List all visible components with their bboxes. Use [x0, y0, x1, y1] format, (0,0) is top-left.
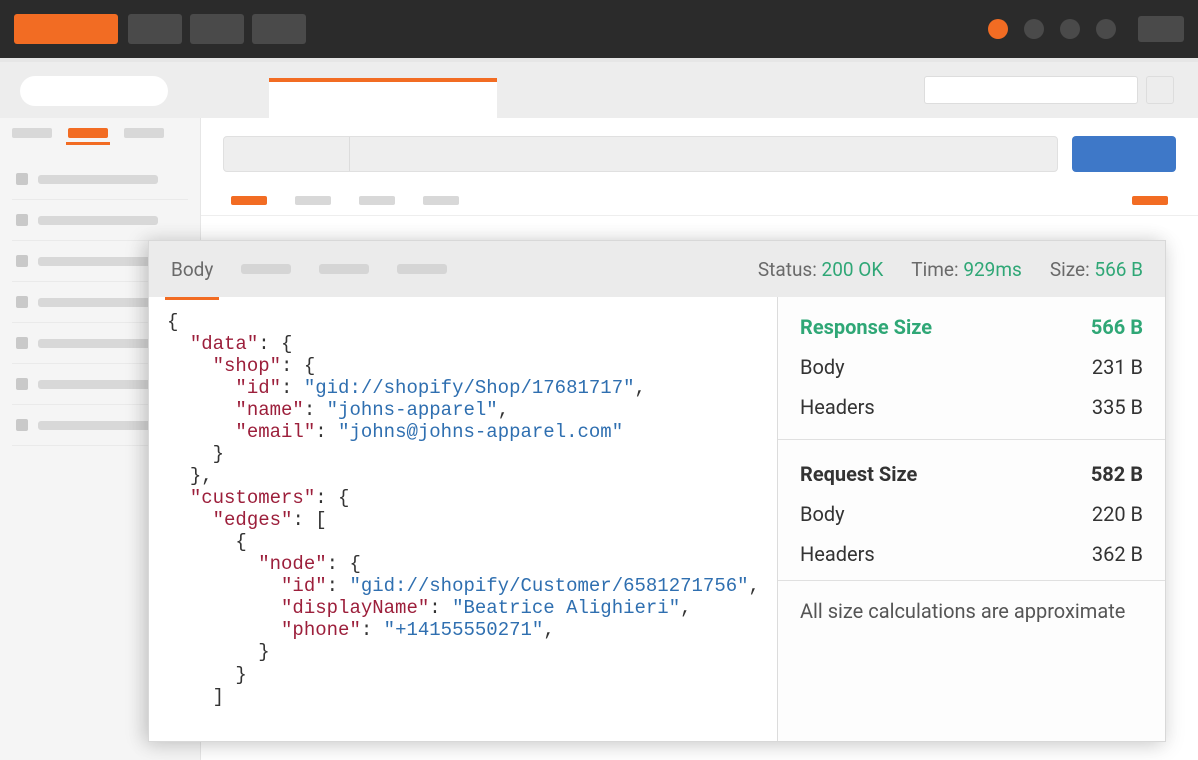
response-panel: Body Status: 200 OK Time: 929ms Size: 56… [148, 240, 1166, 742]
request-subtab-3[interactable] [359, 196, 395, 205]
request-subtab-4[interactable] [423, 196, 459, 205]
active-request-tab[interactable] [269, 78, 497, 118]
workspace-dot-2[interactable] [1024, 19, 1044, 39]
request-size-total: 582 B [1091, 462, 1143, 486]
sidebar-item[interactable] [12, 200, 188, 241]
response-body-size: 231 B [1092, 355, 1143, 379]
time-value: 929ms [963, 258, 1022, 281]
response-body-label: Body [800, 355, 845, 379]
response-size-total: 566 B [1091, 315, 1143, 339]
request-headers-label: Headers [800, 542, 875, 566]
primary-menu-button[interactable] [14, 14, 118, 44]
time-label: Time: [911, 258, 958, 281]
sidebar-item[interactable] [12, 159, 188, 200]
global-search-input[interactable] [924, 76, 1138, 104]
size-label: Size: [1050, 258, 1090, 281]
topbar-button-2[interactable] [190, 14, 244, 44]
method-selector[interactable] [224, 137, 350, 171]
workspace-header [0, 62, 1198, 118]
sidebar-tab-1[interactable] [12, 128, 52, 138]
request-size-title: Request Size [800, 462, 917, 486]
send-button[interactable] [1072, 136, 1176, 172]
request-subtab-2[interactable] [295, 196, 331, 205]
size-value[interactable]: 566 B [1094, 258, 1143, 281]
request-headers-size: 362 B [1092, 542, 1143, 566]
request-body-label: Body [800, 502, 845, 526]
request-subtabs [201, 188, 1198, 216]
request-subtab-1[interactable] [231, 196, 267, 205]
workspace-dot-4[interactable] [1096, 19, 1116, 39]
topbar [0, 0, 1198, 58]
topbar-button-1[interactable] [128, 14, 182, 44]
topbar-right-button[interactable] [1138, 16, 1184, 42]
response-body-json[interactable]: { "data": { "shop": { "id": "gid://shopi… [149, 297, 777, 741]
workspace-title [20, 76, 168, 106]
response-tab-4[interactable] [397, 264, 447, 274]
topbar-button-3[interactable] [252, 14, 306, 44]
request-url-input[interactable] [223, 136, 1058, 172]
sidebar-tab-3[interactable] [124, 128, 164, 138]
response-tab-2[interactable] [241, 264, 291, 274]
response-tab-body[interactable]: Body [171, 258, 213, 297]
sidebar-tab-2[interactable] [68, 128, 108, 138]
response-tab-3[interactable] [319, 264, 369, 274]
request-subtab-right[interactable] [1132, 196, 1168, 205]
response-headers-label: Headers [800, 395, 875, 419]
size-approx-note: All size calculations are approximate [778, 580, 1165, 641]
response-header: Body Status: 200 OK Time: 929ms Size: 56… [149, 241, 1165, 297]
response-headers-size: 335 B [1092, 395, 1143, 419]
status-value: 200 OK [822, 258, 884, 281]
workspace-dot-1[interactable] [988, 19, 1008, 39]
workspace-dot-3[interactable] [1060, 19, 1080, 39]
request-body-size: 220 B [1092, 502, 1143, 526]
status-label: Status: [758, 258, 817, 281]
size-breakdown-panel: Response Size 566 B Body 231 B Headers 3… [777, 297, 1165, 741]
response-size-title: Response Size [800, 315, 932, 339]
global-search-button[interactable] [1146, 76, 1174, 104]
